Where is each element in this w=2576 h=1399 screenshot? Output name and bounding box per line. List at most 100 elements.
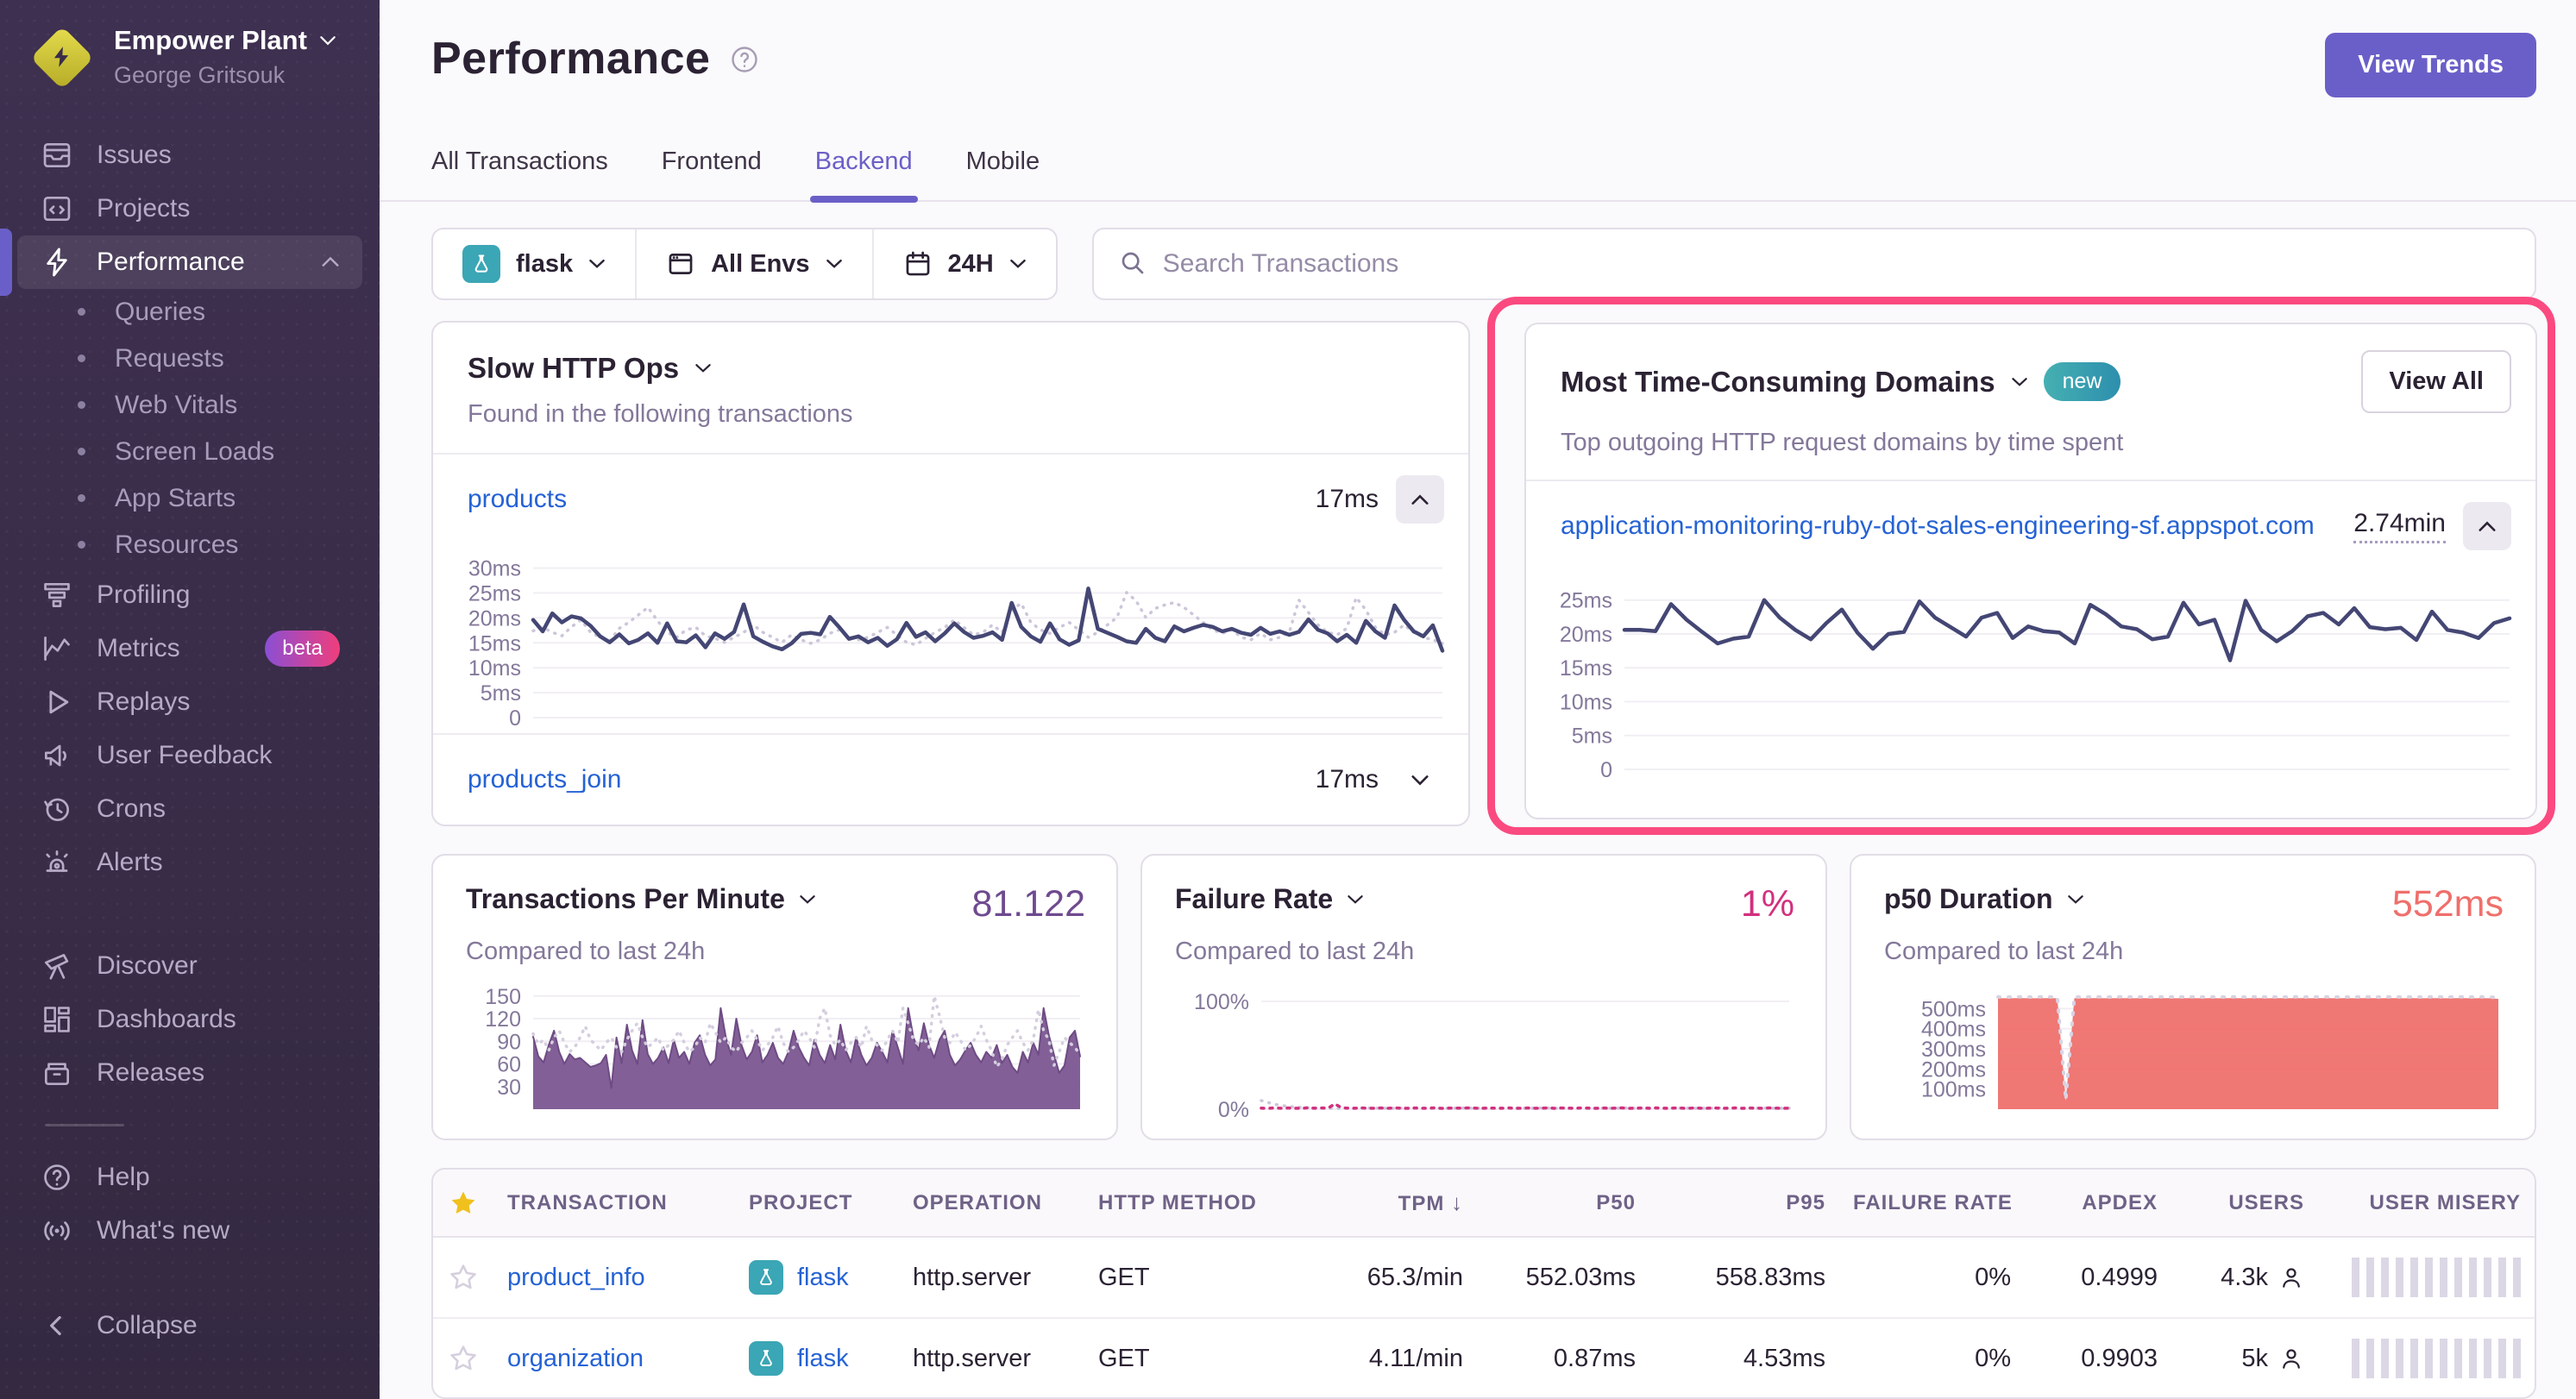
date-range-dropdown[interactable]: 24H <box>872 229 1056 298</box>
duration-value: 17ms <box>1316 485 1379 514</box>
sidebar-item-label: Requests <box>115 344 224 373</box>
sidebar-item-issues[interactable]: Issues <box>17 129 362 182</box>
operation-cell: http.server <box>899 1237 1084 1318</box>
sidebar-item-screen-loads[interactable]: Screen Loads <box>0 429 380 475</box>
chevron-down-icon[interactable] <box>2011 377 2028 387</box>
sidebar-item-help[interactable]: Help <box>17 1151 362 1204</box>
col-operation: OPERATION <box>899 1170 1084 1237</box>
tab-mobile[interactable]: Mobile <box>966 147 1040 200</box>
failure-rate-cell: 0% <box>1839 1318 2025 1399</box>
transaction-link[interactable]: products <box>468 485 567 514</box>
project-link[interactable]: flask <box>797 1345 849 1373</box>
users-count: 5k <box>2241 1345 2268 1373</box>
project-link[interactable]: flask <box>797 1264 849 1292</box>
collapse-row-button[interactable] <box>2463 502 2511 550</box>
sidebar-item-whats-new[interactable]: What's new <box>17 1204 362 1258</box>
chevron-down-icon[interactable] <box>694 363 712 373</box>
transaction-link[interactable]: organization <box>507 1345 644 1372</box>
calendar-icon <box>903 249 933 279</box>
svg-text:60: 60 <box>497 1053 521 1077</box>
star-outline-icon[interactable] <box>447 1263 480 1292</box>
sidebar-item-user-feedback[interactable]: User Feedback <box>17 729 362 782</box>
svg-text:25ms: 25ms <box>1560 589 1612 613</box>
sidebar-item-label: Profiling <box>97 580 190 610</box>
sidebar-item-replays[interactable]: Replays <box>17 675 362 729</box>
sidebar-item-profiling[interactable]: Profiling <box>17 568 362 622</box>
sidebar-item-label: Projects <box>97 194 190 223</box>
svg-text:5ms: 5ms <box>1572 725 1612 749</box>
tab-all-transactions[interactable]: All Transactions <box>431 147 608 200</box>
new-badge: new <box>2044 362 2121 401</box>
collapse-row-button[interactable] <box>1396 475 1444 524</box>
star-outline-icon[interactable] <box>447 1344 480 1373</box>
sidebar-collapse-button[interactable]: Collapse <box>17 1299 362 1352</box>
sidebar-item-performance[interactable]: Performance <box>17 235 362 289</box>
operation-cell: http.server <box>899 1318 1084 1399</box>
svg-text:100%: 100% <box>1194 990 1249 1014</box>
sidebar-item-label: Metrics <box>97 634 180 663</box>
sidebar-item-label: Alerts <box>97 848 163 877</box>
tab-backend[interactable]: Backend <box>815 147 913 200</box>
bullet-icon <box>78 541 85 549</box>
transactions-table: TRANSACTION PROJECT OPERATION HTTP METHO… <box>431 1168 2536 1399</box>
failure-rate-card: Failure Rate 1% Compared to last 24h 100… <box>1140 854 1827 1140</box>
expand-row-button[interactable] <box>1396 756 1444 804</box>
transaction-link[interactable]: product_info <box>507 1264 645 1291</box>
sidebar-item-label: Crons <box>97 794 166 824</box>
chevron-down-icon[interactable] <box>2067 894 2084 905</box>
help-tooltip-icon[interactable] <box>729 44 760 79</box>
tpm-cell: 4.11/min <box>1300 1318 1477 1399</box>
sidebar-item-label: App Starts <box>115 484 236 513</box>
bullet-icon <box>78 494 85 502</box>
sidebar-item-web-vitals[interactable]: Web Vitals <box>0 382 380 429</box>
view-trends-button[interactable]: View Trends <box>2325 33 2536 97</box>
sidebar-item-label: Screen Loads <box>115 437 274 467</box>
sidebar-item-crons[interactable]: Crons <box>17 782 362 836</box>
metrics-icon <box>40 631 74 666</box>
sidebar-item-dashboards[interactable]: Dashboards <box>17 993 362 1046</box>
col-http-method: HTTP METHOD <box>1084 1170 1300 1237</box>
star-filled-icon[interactable] <box>447 1189 480 1218</box>
chevron-down-icon[interactable] <box>1347 894 1364 905</box>
view-all-button[interactable]: View All <box>2361 350 2511 413</box>
search-input[interactable] <box>1163 249 2510 279</box>
domain-link[interactable]: application-monitoring-ruby-dot-sales-en… <box>1561 511 2315 541</box>
play-icon <box>40 685 74 719</box>
org-switcher[interactable]: Empower Plant George Gritsouk <box>0 24 380 91</box>
widget-title: Slow HTTP Ops <box>468 352 679 385</box>
p50-cell: 552.03ms <box>1477 1237 1649 1318</box>
siren-icon <box>40 845 74 880</box>
transaction-link[interactable]: products_join <box>468 765 621 794</box>
sidebar-item-label: Replays <box>97 687 190 717</box>
chevron-up-icon <box>321 256 340 267</box>
filter-bar: flask All Envs 24H <box>431 228 2555 300</box>
archive-icon <box>40 1056 74 1090</box>
svg-text:120: 120 <box>485 1007 521 1032</box>
col-tpm-sort[interactable]: TPM ↓ <box>1300 1170 1477 1237</box>
p95-cell: 4.53ms <box>1649 1318 1839 1399</box>
project-filter-dropdown[interactable]: flask <box>433 229 635 298</box>
sidebar-nav: Issues Projects Performance Queries Requ… <box>0 129 380 1352</box>
sort-desc-icon: ↓ <box>1451 1189 1463 1215</box>
time-spent-value: 2.74min <box>2353 509 2446 543</box>
sidebar-item-resources[interactable]: Resources <box>0 522 380 568</box>
sidebar-item-projects[interactable]: Projects <box>17 182 362 235</box>
sidebar-item-label: What's new <box>97 1216 229 1245</box>
bullet-icon <box>78 401 85 409</box>
sidebar-item-alerts[interactable]: Alerts <box>17 836 362 889</box>
widget-title: p50 Duration <box>1884 883 2053 915</box>
svg-text:10ms: 10ms <box>1560 690 1612 714</box>
tab-frontend[interactable]: Frontend <box>662 147 762 200</box>
environment-filter-dropdown[interactable]: All Envs <box>635 229 871 298</box>
user-misery-bar <box>2352 1258 2521 1297</box>
sidebar-item-app-starts[interactable]: App Starts <box>0 475 380 522</box>
sidebar-item-releases[interactable]: Releases <box>17 1046 362 1100</box>
svg-text:10ms: 10ms <box>468 656 521 681</box>
sidebar-item-metrics[interactable]: Metrics beta <box>17 622 362 675</box>
sidebar-item-queries[interactable]: Queries <box>0 289 380 336</box>
chevron-down-icon[interactable] <box>799 894 816 905</box>
sidebar-item-discover[interactable]: Discover <box>17 939 362 993</box>
sidebar-item-requests[interactable]: Requests <box>0 336 380 382</box>
chevron-left-icon <box>40 1308 74 1343</box>
flask-project-icon <box>749 1341 783 1376</box>
